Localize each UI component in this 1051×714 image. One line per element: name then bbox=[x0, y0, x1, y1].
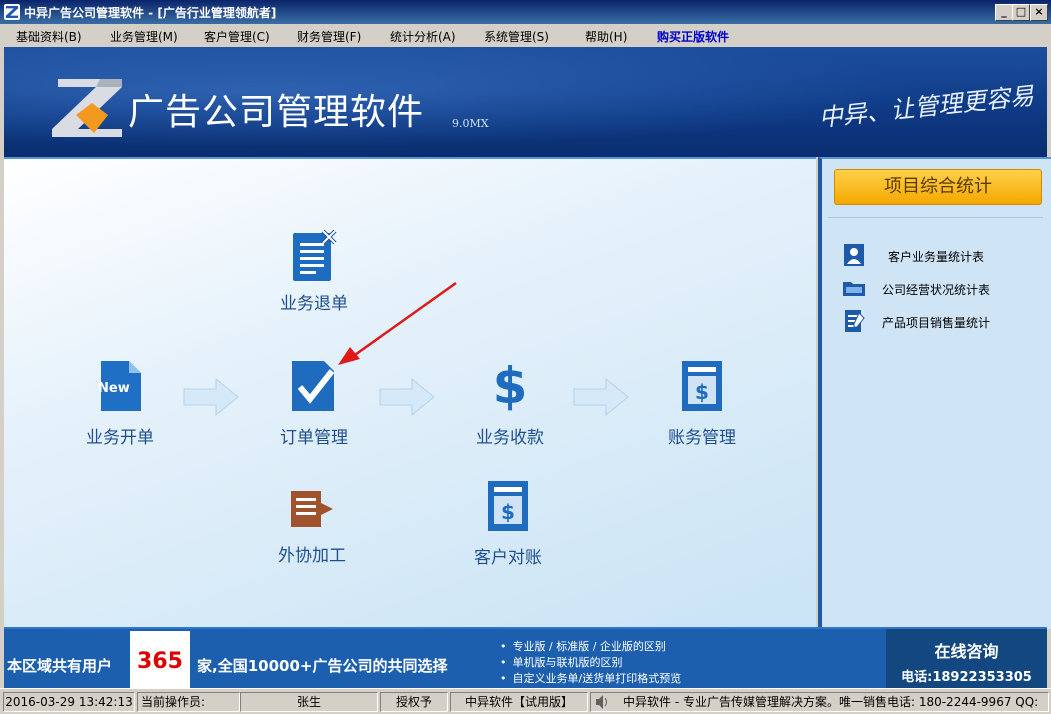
user-count-box: 365 bbox=[130, 631, 190, 689]
svg-text:$: $ bbox=[695, 380, 709, 404]
collection-node[interactable]: $ 业务收款 bbox=[462, 357, 558, 448]
accounts-node[interactable]: $ 账务管理 bbox=[654, 359, 750, 448]
maximize-button[interactable]: □ bbox=[1012, 4, 1030, 21]
pointer-arrow-icon bbox=[338, 281, 457, 365]
header-banner: 广告公司管理软件 9.0MX 中异、让管理更容易 bbox=[4, 47, 1047, 157]
collection-label: 业务收款 bbox=[476, 428, 544, 448]
company-logo-icon bbox=[52, 79, 122, 137]
folder-icon bbox=[843, 282, 865, 296]
consult-phone: 电话:18922353305 bbox=[901, 670, 1032, 685]
status-bar: 2016-03-29 13:42:13 当前操作员: 张生 授权予 中异软件【试… bbox=[0, 688, 1051, 714]
menu-basic-data[interactable]: 基础资料(B) bbox=[16, 28, 82, 45]
reconcile-ledger-icon: $ bbox=[488, 481, 528, 531]
outsourcing-label: 外协加工 bbox=[278, 546, 346, 566]
ledger-icon: $ bbox=[682, 361, 722, 411]
title-bar: 中异广告公司管理软件 - [广告行业管理领航者] _ □ × bbox=[0, 0, 1051, 24]
status-edition: 中异软件【试用版】 bbox=[450, 692, 588, 712]
workflow-panel: 业务退单 New 业务开单 订单管理 $ 业务收款 $ 账务管理 外协加工 $ … bbox=[4, 157, 816, 629]
consult-title: 在线咨询 bbox=[934, 642, 999, 661]
flow-arrow-icon bbox=[379, 377, 435, 417]
speaker-icon bbox=[596, 695, 607, 709]
minimize-button[interactable]: _ bbox=[995, 4, 1013, 21]
order-check-icon bbox=[292, 361, 335, 411]
refund-document-icon bbox=[293, 229, 337, 281]
new-badge: New bbox=[98, 381, 130, 396]
menu-business[interactable]: 业务管理(M) bbox=[110, 28, 178, 45]
stats-item-customer-volume[interactable]: 客户业务量统计表 bbox=[842, 243, 1042, 267]
outsourcing-node[interactable]: 外协加工 bbox=[262, 489, 362, 566]
menu-help[interactable]: 帮助(H) bbox=[585, 28, 627, 45]
divider bbox=[828, 217, 1043, 218]
svg-text:$: $ bbox=[501, 500, 515, 524]
menu-system[interactable]: 系统管理(S) bbox=[484, 28, 549, 45]
info-bar: 本区域共有用户 365 家,全国10000+广告公司的共同选择 专业版 / 标准… bbox=[4, 627, 1047, 689]
status-marquee: 中异软件 - 专业广告传媒管理解决方案。唯一销售电话: 180-2244-996… bbox=[590, 692, 1049, 712]
status-operator: 张生 bbox=[240, 692, 378, 712]
app-logo-icon bbox=[4, 4, 20, 20]
status-license: 授权予 bbox=[380, 692, 448, 712]
stats-item-business-status[interactable]: 公司经营状况统计表 bbox=[842, 276, 1042, 300]
stats-panel: 项目综合统计 客户业务量统计表 公司经营状况统计表 产品项目销售量统计 bbox=[818, 157, 1051, 629]
link-standalone-vs-network[interactable]: 单机版与联机版的区别 bbox=[500, 654, 623, 670]
project-stats-button[interactable]: 项目综合统计 bbox=[834, 169, 1042, 205]
menu-statistics[interactable]: 统计分析(A) bbox=[390, 28, 456, 45]
new-order-node[interactable]: New 业务开单 bbox=[72, 359, 168, 448]
flow-arrow-icon bbox=[183, 377, 239, 417]
reconcile-node[interactable]: $ 客户对账 bbox=[460, 479, 556, 568]
status-datetime: 2016-03-29 13:42:13 bbox=[3, 692, 135, 712]
online-consult[interactable]: 在线咨询 电话:18922353305 bbox=[886, 629, 1047, 689]
dollar-icon: $ bbox=[493, 357, 528, 413]
status-marquee-text: 中异软件 - 专业广告传媒管理解决方案。唯一销售电话: 180-2244-996… bbox=[623, 695, 1039, 709]
new-order-label: 业务开单 bbox=[86, 428, 154, 448]
accounts-label: 账务管理 bbox=[668, 428, 736, 448]
app-version: 9.0MX bbox=[452, 117, 489, 130]
status-operator-label: 当前操作员: bbox=[137, 692, 240, 712]
menu-finance[interactable]: 财务管理(F) bbox=[297, 28, 361, 45]
user-count-suffix: 家,全国10000+广告公司的共同选择 bbox=[197, 657, 448, 675]
menu-customer[interactable]: 客户管理(C) bbox=[204, 28, 270, 45]
link-print-template-preview[interactable]: 自定义业务单/送货单打印格式预览 bbox=[500, 670, 682, 686]
order-management-node[interactable]: 订单管理 bbox=[266, 359, 362, 448]
link-edition-diff[interactable]: 专业版 / 标准版 / 企业版的区别 bbox=[500, 638, 666, 654]
person-icon bbox=[844, 244, 864, 266]
flow-arrow-icon bbox=[573, 377, 629, 417]
menu-buy-license[interactable]: 购买正版软件 bbox=[657, 28, 729, 45]
svg-text:$: $ bbox=[493, 357, 528, 413]
outsourcing-doc-icon bbox=[291, 491, 333, 527]
app-title: 广告公司管理软件 bbox=[128, 92, 425, 133]
menu-bar: 基础资料(B) 业务管理(M) 客户管理(C) 财务管理(F) 统计分析(A) … bbox=[0, 24, 1051, 46]
user-count-prefix: 本区域共有用户 bbox=[7, 657, 113, 675]
window-title: 中异广告公司管理软件 - [广告行业管理领航者] bbox=[24, 6, 277, 20]
order-management-label: 订单管理 bbox=[280, 428, 348, 448]
user-count: 365 bbox=[137, 649, 183, 674]
reconcile-label: 客户对账 bbox=[474, 548, 542, 568]
close-button[interactable]: × bbox=[1030, 4, 1048, 21]
document-icon bbox=[845, 310, 865, 332]
stats-item-product-sales[interactable]: 产品项目销售量统计 bbox=[842, 309, 1042, 333]
